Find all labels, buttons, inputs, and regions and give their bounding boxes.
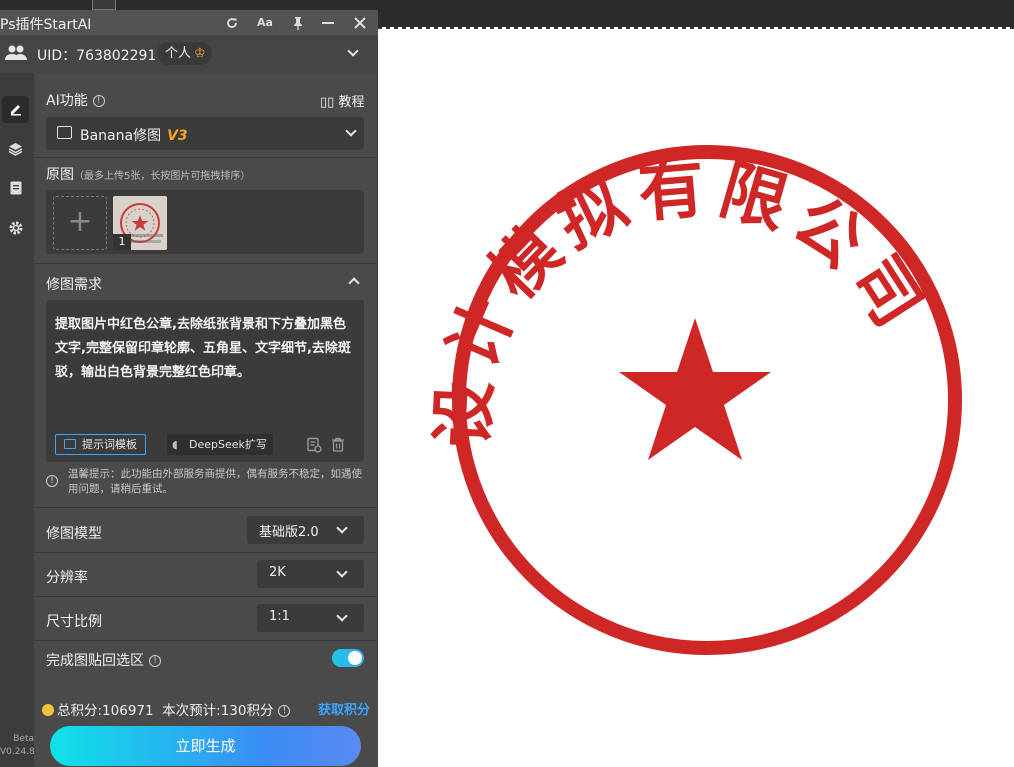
deepseek-label: DeepSeek扩写 bbox=[189, 438, 267, 451]
trash-icon[interactable] bbox=[330, 437, 346, 453]
paste-back-label-text: 完成图贴回选区 bbox=[46, 653, 144, 669]
tutorial-label: 教程 bbox=[338, 95, 365, 110]
ai-function-selected: Banana修图 bbox=[80, 128, 162, 144]
model-value: 基础版2.0 bbox=[259, 525, 319, 540]
book-icon bbox=[64, 439, 76, 449]
seal-star bbox=[619, 318, 771, 460]
source-image-label-text: 原图 bbox=[46, 167, 74, 183]
image-icon bbox=[57, 126, 72, 139]
panel-content: AI功能! ▯▯ 教程 Banana修图 V3 原图（最多上传5张，长按图片可拖拽… bbox=[34, 73, 378, 767]
toggle-knob bbox=[348, 651, 362, 665]
book-icon: ▯▯ bbox=[320, 95, 335, 110]
crown-icon: ♔ bbox=[194, 46, 206, 61]
prompt-text[interactable]: 提取图片中红色公章,去除纸张背景和下方叠加黑色文字,完整保留印章轮廓、五角星、文… bbox=[55, 313, 357, 385]
ai-function-value: Banana修图 V3 bbox=[80, 125, 188, 145]
chevron-up-icon[interactable] bbox=[348, 277, 360, 289]
layers-icon[interactable] bbox=[2, 136, 29, 163]
divider bbox=[34, 157, 378, 158]
chevron-down-icon bbox=[345, 125, 357, 137]
version-number: V0.24.8 bbox=[0, 747, 35, 757]
version-badge: V3 bbox=[167, 128, 188, 144]
sidebar: Beta V0.24.8 bbox=[0, 73, 35, 767]
users-icon bbox=[5, 44, 27, 66]
close-icon[interactable] bbox=[350, 13, 370, 33]
startai-plugin-panel: Ps插件StartAI Aa UID：763802291 个人 ♔ Beta V… bbox=[0, 10, 378, 767]
paste-back-toggle[interactable] bbox=[332, 649, 364, 667]
whale-icon: ◖ bbox=[172, 438, 178, 451]
account-type-label: 个人 bbox=[165, 46, 192, 61]
minimize-icon[interactable] bbox=[318, 13, 338, 33]
panel-footer: 总积分:106971 本次预计:130积分! 获取积分 立即生成 bbox=[34, 677, 378, 767]
resolution-select[interactable]: 2K bbox=[257, 560, 364, 588]
ratio-value: 1:1 bbox=[269, 609, 290, 624]
resolution-value: 2K bbox=[269, 565, 286, 580]
info-icon[interactable]: ! bbox=[92, 95, 105, 107]
edit-icon[interactable] bbox=[2, 96, 29, 123]
tutorial-link[interactable]: ▯▯ 教程 bbox=[320, 91, 364, 110]
requirements-label: 修图需求 bbox=[46, 277, 102, 293]
get-points-link[interactable]: 获取积分 bbox=[318, 699, 370, 718]
divider bbox=[34, 596, 378, 597]
service-notice: 温馨提示：此功能由外部服务商提供，偶有服务不稳定，如遇使用问题，请稍后重试。 bbox=[68, 468, 362, 495]
coin-icon bbox=[42, 704, 54, 716]
account-type-badge[interactable]: 个人 ♔ bbox=[157, 42, 212, 65]
divider bbox=[34, 263, 378, 264]
paste-back-label: 完成图贴回选区! bbox=[46, 650, 161, 670]
version-label: Beta V0.24.8 bbox=[0, 733, 35, 759]
source-image-hint: （最多上传5张，长按图片可拖拽排序） bbox=[74, 171, 251, 182]
history-icon[interactable] bbox=[306, 437, 322, 453]
points-text: 总积分:106971 本次预计:130积分 bbox=[57, 703, 274, 719]
add-image-button[interactable]: + bbox=[53, 196, 107, 250]
chevron-down-icon bbox=[336, 610, 348, 622]
divider bbox=[34, 552, 378, 553]
thumbnail-index-badge: 1 bbox=[113, 234, 131, 250]
chevron-down-icon[interactable] bbox=[347, 45, 359, 57]
document-icon[interactable] bbox=[2, 175, 29, 202]
model-select[interactable]: 基础版2.0 bbox=[247, 516, 364, 544]
prompt-template-label: 提示词模板 bbox=[82, 438, 137, 451]
prompt-textarea[interactable]: 提取图片中红色公章,去除纸张背景和下方叠加黑色文字,完整保留印章轮廓、五角星、文… bbox=[46, 300, 364, 462]
refresh-icon[interactable] bbox=[222, 13, 242, 33]
prompt-template-button[interactable]: 提示词模板 bbox=[55, 434, 146, 455]
ratio-label: 尺寸比例 bbox=[46, 614, 102, 630]
panel-titlebar[interactable]: Ps插件StartAI Aa bbox=[0, 10, 378, 35]
generate-button[interactable]: 立即生成 bbox=[50, 726, 361, 766]
info-icon[interactable]: ! bbox=[149, 655, 161, 667]
image-upload-area: + 1 bbox=[46, 190, 364, 254]
user-bar: UID：763802291 个人 ♔ bbox=[0, 35, 378, 73]
ai-function-label-text: AI功能 bbox=[46, 93, 88, 109]
pin-icon[interactable] bbox=[288, 13, 308, 33]
ai-function-select[interactable]: Banana修图 V3 bbox=[46, 117, 364, 150]
ai-function-label: AI功能! bbox=[46, 90, 105, 110]
source-image-label: 原图（最多上传5张，长按图片可拖拽排序） bbox=[46, 164, 250, 184]
version-beta: Beta bbox=[13, 734, 34, 744]
user-id: UID：763802291 bbox=[37, 48, 157, 64]
settings-icon[interactable] bbox=[2, 215, 29, 242]
notice-info-icon: ! bbox=[46, 475, 58, 487]
font-size-icon[interactable]: Aa bbox=[255, 13, 275, 33]
info-icon[interactable]: ! bbox=[278, 705, 291, 717]
ratio-select[interactable]: 1:1 bbox=[257, 604, 364, 632]
divider bbox=[34, 507, 378, 508]
chevron-down-icon bbox=[336, 566, 348, 578]
resolution-label: 分辨率 bbox=[46, 570, 88, 586]
points-summary: 总积分:106971 本次预计:130积分! bbox=[42, 699, 291, 719]
deepseek-expand-button[interactable]: ◖ DeepSeek扩写 bbox=[167, 434, 273, 455]
model-label: 修图模型 bbox=[46, 526, 102, 542]
chevron-down-icon bbox=[336, 522, 348, 534]
panel-title: Ps插件StartAI bbox=[0, 17, 92, 33]
divider bbox=[34, 640, 378, 641]
